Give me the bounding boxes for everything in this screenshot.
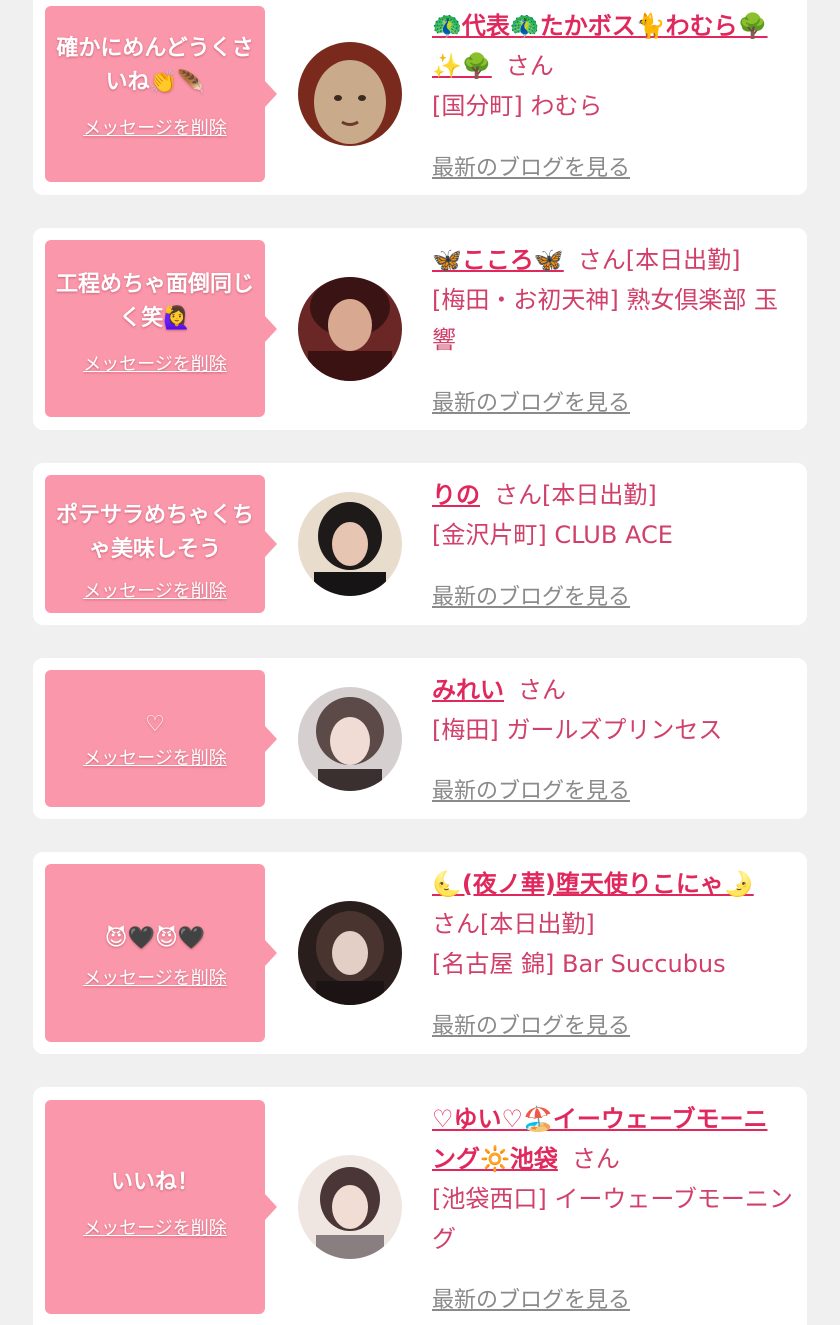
sender-name[interactable]: みれい — [432, 676, 504, 704]
view-blog-link[interactable]: 最新のブログを見る — [432, 1008, 630, 1040]
delete-message-link[interactable]: メッセージを削除 — [53, 964, 257, 990]
honorific: さん — [571, 1145, 620, 1173]
list-item: ポテサラめちゃくちゃ美味しそう メッセージを削除 りの さん[本日出勤] [金沢片… — [33, 463, 807, 625]
message-bubble: いいね！ メッセージを削除 — [45, 1100, 277, 1314]
shop-name: [名古屋 錦] Bar Succubus — [432, 950, 726, 978]
sender-name-cont[interactable]: ✨🌳 — [432, 52, 492, 80]
message-bubble: 😈🖤😈🖤 メッセージを削除 — [45, 864, 277, 1042]
honorific: さん — [432, 910, 480, 938]
message-text: 確かにめんどうくさいね👏🪶 — [56, 36, 254, 95]
sender-info: 🌜(夜ノ華)堕天使りこにゃ🌛 さん[本日出勤] [名古屋 錦] Bar Succ… — [432, 864, 797, 984]
delete-message-link[interactable]: メッセージを削除 — [53, 577, 257, 603]
woman-avatar[interactable] — [298, 687, 402, 791]
list-item: 工程めちゃ面倒同じく笑🙋‍♀️ メッセージを削除 🦋こころ🦋 さん[本日出勤] [… — [33, 228, 807, 430]
message-text: ♡ — [145, 712, 165, 737]
sender-info: 🦚代表🦚たかボス🐈わむら🌳 ✨🌳 さん [国分町] わむら — [432, 6, 797, 126]
sender-info: 🦋こころ🦋 さん[本日出勤] [梅田・お初天神] 熟女倶楽部 玉響 — [432, 240, 797, 360]
message-bubble: 確かにめんどうくさいね👏🪶 メッセージを削除 — [45, 6, 277, 182]
woman-avatar[interactable] — [298, 1155, 402, 1259]
view-blog-link[interactable]: 最新のブログを見る — [432, 385, 630, 417]
message-text: 😈🖤😈🖤 — [104, 926, 206, 951]
list-item: いいね！ メッセージを削除 ♡ゆい♡🏖️イーウェーブモーニ ング🔆池袋 さん [池… — [33, 1087, 807, 1325]
woman-avatar[interactable] — [298, 277, 402, 381]
message-bubble: ポテサラめちゃくちゃ美味しそう メッセージを削除 — [45, 475, 277, 613]
duty-status: [本日出勤] — [625, 246, 741, 274]
shop-name: [梅田・お初天神] 熟女倶楽部 玉響 — [432, 286, 778, 354]
message-text: 工程めちゃ面倒同じく笑🙋‍♀️ — [55, 272, 254, 331]
delete-message-link[interactable]: メッセージを削除 — [53, 350, 257, 376]
list-item: 確かにめんどうくさいね👏🪶 メッセージを削除 🦚代表🦚たかボス🐈わむら🌳 ✨🌳 さ… — [33, 0, 807, 195]
sender-name[interactable]: 🦚代表🦚たかボス🐈わむら🌳 — [432, 12, 768, 40]
view-blog-link[interactable]: 最新のブログを見る — [432, 1282, 630, 1314]
honorific: さん — [577, 246, 626, 274]
honorific: さん — [494, 481, 542, 509]
message-bubble: 工程めちゃ面倒同じく笑🙋‍♀️ メッセージを削除 — [45, 240, 277, 417]
view-blog-link[interactable]: 最新のブログを見る — [432, 150, 630, 182]
sender-info: みれい さん [梅田] ガールズプリンセス — [432, 670, 797, 750]
message-list: 確かにめんどうくさいね👏🪶 メッセージを削除 🦚代表🦚たかボス🐈わむら🌳 ✨🌳 さ… — [0, 0, 840, 1325]
list-item: 😈🖤😈🖤 メッセージを削除 🌜(夜ノ華)堕天使りこにゃ🌛 さん[本日出勤] [名… — [33, 852, 807, 1054]
sender-name[interactable]: 🌜(夜ノ華)堕天使りこにゃ🌛 — [432, 870, 754, 898]
shop-name: [池袋西口] イーウェーブモーニング — [432, 1185, 793, 1253]
bald-face-avatar[interactable] — [298, 42, 402, 146]
sender-info: りの さん[本日出勤] [金沢片町] CLUB ACE — [432, 475, 797, 555]
shop-name: [国分町] わむら — [432, 92, 603, 120]
shop-name: [金沢片町] CLUB ACE — [432, 521, 673, 549]
list-item: ♡ メッセージを削除 みれい さん [梅田] ガールズプリンセス 最新のブログを見… — [33, 658, 807, 819]
woman-avatar[interactable] — [298, 901, 402, 1005]
honorific: さん — [518, 676, 566, 704]
message-text: いいね！ — [110, 1170, 199, 1195]
view-blog-link[interactable]: 最新のブログを見る — [432, 773, 630, 805]
duty-status: [本日出勤] — [542, 481, 657, 509]
sender-name-cont[interactable]: ング🔆池袋 — [432, 1145, 558, 1173]
delete-message-link[interactable]: メッセージを削除 — [53, 1214, 257, 1240]
honorific: さん — [505, 52, 554, 80]
message-text: ポテサラめちゃくちゃ美味しそう — [55, 503, 254, 562]
duty-status: [本日出勤] — [480, 910, 595, 938]
sender-name[interactable]: 🦋こころ🦋 — [432, 246, 564, 274]
sender-name[interactable]: りの — [432, 481, 480, 509]
shop-name: [梅田] ガールズプリンセス — [432, 716, 723, 744]
woman-avatar[interactable] — [298, 492, 402, 596]
delete-message-link[interactable]: メッセージを削除 — [53, 744, 257, 770]
delete-message-link[interactable]: メッセージを削除 — [53, 114, 257, 140]
message-bubble: ♡ メッセージを削除 — [45, 670, 277, 807]
view-blog-link[interactable]: 最新のブログを見る — [432, 579, 630, 611]
sender-name[interactable]: ♡ゆい♡🏖️イーウェーブモーニ — [432, 1105, 767, 1133]
sender-info: ♡ゆい♡🏖️イーウェーブモーニ ング🔆池袋 さん [池袋西口] イーウェーブモーニ… — [432, 1099, 797, 1259]
